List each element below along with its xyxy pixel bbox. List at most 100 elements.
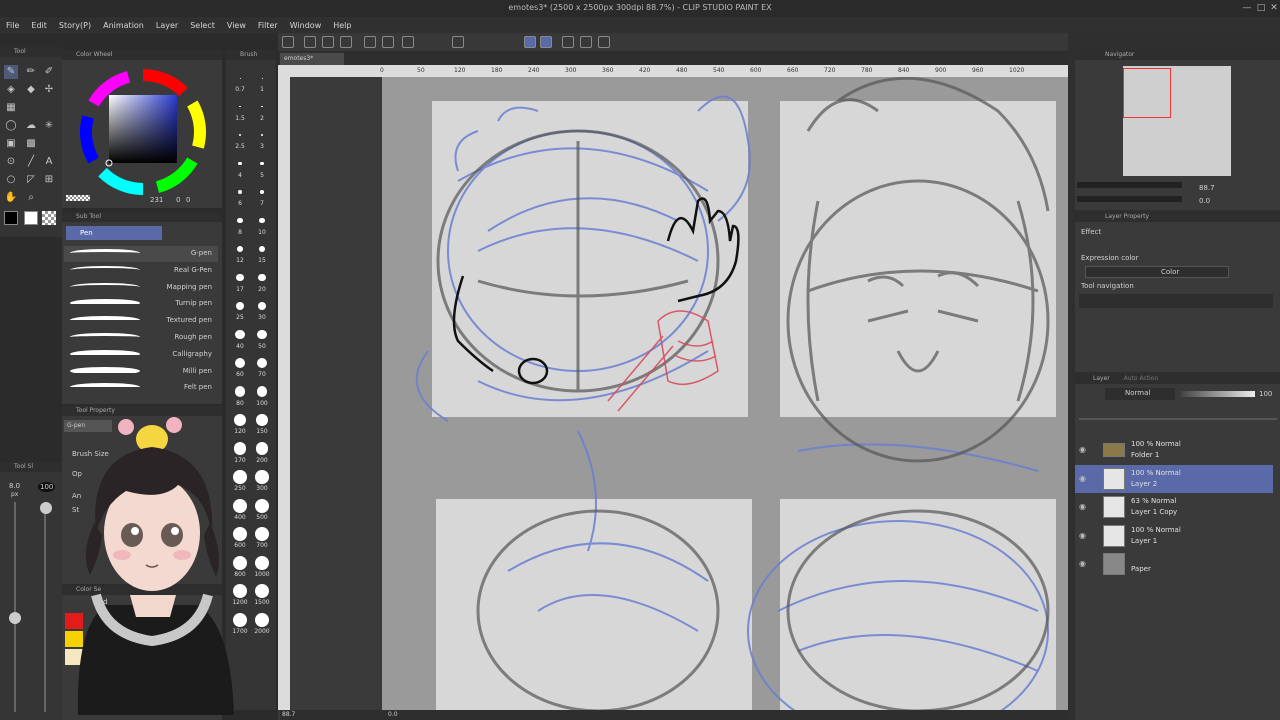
menu-edit[interactable]: Edit	[31, 21, 47, 30]
brush-size-preset[interactable]	[237, 217, 243, 224]
frame-tool-icon[interactable]: ⊞	[42, 173, 56, 187]
pen-tool-icon[interactable]: ✎	[4, 65, 18, 79]
canvas-tab[interactable]: emotes3*	[280, 53, 344, 65]
fill-tool-icon[interactable]: ◆	[24, 83, 38, 97]
ruler-tool-icon[interactable]: ◸	[24, 173, 38, 187]
layer-row[interactable]: ◉ 100 % Normal Layer 2	[1075, 464, 1273, 493]
menu-window[interactable]: Window	[290, 21, 322, 30]
zoom-slider[interactable]	[1077, 182, 1182, 188]
export-icon[interactable]	[340, 36, 352, 48]
open-icon[interactable]	[304, 36, 316, 48]
layer-tab[interactable]: Layer	[1093, 375, 1110, 382]
size-slider-handle[interactable]	[9, 612, 21, 624]
brush-size-preset[interactable]	[255, 498, 269, 513]
brush-size-preset[interactable]	[261, 105, 263, 108]
maximize-icon[interactable]: □	[1254, 2, 1268, 14]
minimize-icon[interactable]: —	[1240, 2, 1254, 14]
sub-color-swatch[interactable]	[24, 211, 38, 225]
menu-animation[interactable]: Animation	[103, 21, 144, 30]
brush-size-preset[interactable]	[235, 329, 245, 340]
sub-tool-group-pen[interactable]: Pen	[66, 226, 162, 240]
brush-item[interactable]: G-pen	[64, 246, 218, 262]
lasso-tool-icon[interactable]: ◯	[4, 119, 18, 133]
blend-tool-icon[interactable]: ☁	[24, 119, 38, 133]
brush-size-preset[interactable]	[259, 189, 265, 195]
color-wheel[interactable]	[62, 60, 222, 208]
hand-tool-icon[interactable]: ✋	[4, 191, 18, 205]
spark-tool-icon[interactable]: ✳	[42, 119, 56, 133]
pencil-tool-icon[interactable]: ✏	[24, 65, 38, 79]
brush-item[interactable]: Mapping pen	[64, 280, 218, 296]
size-slider-track[interactable]	[14, 502, 16, 712]
brush-size-preset[interactable]	[258, 273, 266, 282]
snap-special-ruler-icon[interactable]	[540, 36, 552, 48]
select-tool-icon[interactable]: ⊙	[4, 155, 18, 169]
text-tool-icon[interactable]: A	[42, 155, 56, 169]
brush-size-preset[interactable]	[257, 329, 267, 340]
brush-size-preset[interactable]	[255, 442, 269, 455]
opacity-slider-handle[interactable]	[40, 502, 52, 514]
undo-icon[interactable]	[364, 36, 376, 48]
layer-row[interactable]: ◉ 100 % Normal Folder 1	[1075, 436, 1273, 464]
brush-item[interactable]: Textured pen	[64, 313, 218, 329]
eraser-tool-icon[interactable]: ◈	[4, 83, 18, 97]
brush-size-preset[interactable]	[235, 358, 245, 368]
expression-color-dropdown[interactable]: Color	[1085, 266, 1229, 278]
save-icon[interactable]	[322, 36, 334, 48]
layer-icon[interactable]	[580, 36, 592, 48]
brush-size-preset[interactable]	[256, 414, 268, 426]
brush-size-preset[interactable]	[237, 189, 243, 195]
brush-size-preset[interactable]	[239, 105, 241, 108]
brush-size-preset[interactable]	[255, 612, 269, 627]
move-tool-icon[interactable]: ✢	[42, 83, 56, 97]
visibility-eye-icon[interactable]: ◉	[1079, 531, 1086, 540]
brush-size-preset[interactable]	[261, 77, 263, 79]
opacity-slider-track[interactable]	[44, 502, 46, 712]
canvas-area[interactable]	[278, 51, 1068, 720]
layer-opacity-slider[interactable]	[1181, 391, 1255, 397]
brush-size-preset[interactable]	[236, 273, 244, 282]
settings-icon[interactable]	[402, 36, 414, 48]
canvas-artwork[interactable]	[278, 51, 1068, 720]
visibility-eye-icon[interactable]: ◉	[1079, 502, 1086, 511]
blend-mode-dropdown[interactable]: Normal	[1105, 388, 1175, 400]
brush-item[interactable]: Calligraphy	[64, 347, 218, 363]
brush-item[interactable]: Rough pen	[64, 330, 218, 346]
menu-help[interactable]: Help	[333, 21, 351, 30]
brush-item[interactable]: Milli pen	[64, 364, 218, 380]
balloon-tool-icon[interactable]: ○	[4, 173, 18, 187]
line-tool-icon[interactable]: ╱	[24, 155, 38, 169]
auto-action-tab[interactable]: Auto Action	[1124, 375, 1159, 382]
brush-item[interactable]: Real G-Pen	[64, 263, 218, 279]
brush-size-preset[interactable]	[257, 301, 267, 311]
new-icon[interactable]	[282, 36, 294, 48]
brush-size-preset[interactable]	[239, 77, 241, 79]
angle-slider[interactable]	[1077, 196, 1182, 202]
grid-tool-icon[interactable]: ▦	[4, 101, 18, 115]
brush-size-preset[interactable]	[255, 555, 269, 570]
brush-size-preset[interactable]	[256, 386, 268, 397]
redo-icon[interactable]	[382, 36, 394, 48]
brush-size-preset[interactable]	[255, 527, 269, 541]
brush-size-preset[interactable]	[260, 133, 264, 137]
transparency-bar[interactable]	[66, 195, 90, 201]
zoom-tool-icon[interactable]: ⌕	[24, 191, 38, 205]
gradient-tool-icon[interactable]: ▣	[4, 137, 18, 151]
brush-size-preset[interactable]	[238, 133, 242, 137]
help-icon[interactable]	[598, 36, 610, 48]
shape-tool-icon[interactable]: ▩	[24, 137, 38, 151]
brush-size-preset[interactable]	[235, 301, 245, 311]
layer-row[interactable]: ◉ Paper	[1075, 550, 1273, 578]
brush-size-preset[interactable]	[255, 584, 269, 598]
menu-select[interactable]: Select	[190, 21, 215, 30]
menu-layer[interactable]: Layer	[156, 21, 178, 30]
brush-item[interactable]: Felt pen	[64, 380, 218, 396]
navigator-viewport[interactable]	[1123, 68, 1171, 118]
snap-ruler-icon[interactable]	[524, 36, 536, 48]
crop-icon[interactable]	[452, 36, 464, 48]
menu-view[interactable]: View	[227, 21, 246, 30]
brush-size-preset[interactable]	[259, 217, 265, 224]
brush-size-preset[interactable]	[255, 470, 269, 484]
tool-navigation-buttons[interactable]	[1079, 294, 1273, 308]
main-color-swatch[interactable]	[4, 211, 18, 225]
